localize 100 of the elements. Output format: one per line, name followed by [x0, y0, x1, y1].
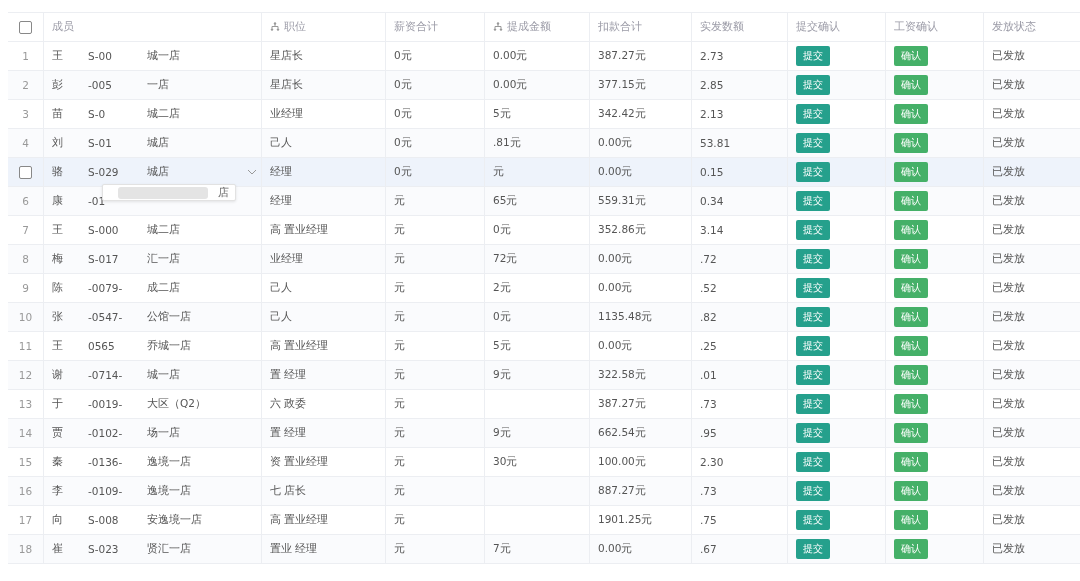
member-name: 秦	[52, 455, 64, 469]
submit-button[interactable]: 提交	[796, 191, 830, 211]
member-id: S-0	[88, 108, 107, 120]
submit-button[interactable]: 提交	[796, 249, 830, 269]
submit-button[interactable]: 提交	[796, 307, 830, 327]
submit-button[interactable]: 提交	[796, 365, 830, 385]
member-id: -0019-	[88, 398, 124, 410]
table-cell: 高 置业经理	[270, 513, 329, 527]
column-header[interactable]: 实发数额	[700, 20, 744, 34]
dropdown-popup[interactable]: 店	[102, 184, 236, 201]
submit-button[interactable]: 提交	[796, 133, 830, 153]
column-header[interactable]: 薪资合计	[394, 20, 438, 34]
confirm-button[interactable]: 确认	[894, 307, 928, 327]
confirm-button[interactable]: 确认	[894, 46, 928, 66]
table-cell: 元	[394, 252, 405, 266]
submit-button[interactable]: 提交	[796, 423, 830, 443]
submit-button[interactable]: 提交	[796, 336, 830, 356]
table-cell: 元	[394, 426, 405, 440]
status-text: 已发放	[992, 252, 1025, 266]
member-name: 张	[52, 310, 64, 324]
select-all-checkbox[interactable]	[19, 20, 32, 34]
confirm-button[interactable]: 确认	[894, 220, 928, 240]
confirm-button[interactable]: 确认	[894, 75, 928, 95]
submit-button[interactable]: 提交	[796, 104, 830, 124]
member-name: 苗	[52, 107, 64, 121]
member-name: 梅	[52, 252, 64, 266]
member-id: S-00	[88, 50, 113, 62]
submit-button[interactable]: 提交	[796, 452, 830, 472]
confirm-button[interactable]: 确认	[894, 539, 928, 559]
confirm-button[interactable]: 确认	[894, 394, 928, 414]
column-header[interactable]: 扣款合计	[598, 20, 642, 34]
table-cell: 资 置业经理	[270, 455, 329, 469]
table-cell: 30元	[493, 455, 518, 469]
member-store: 贤汇一店	[147, 542, 191, 556]
column-header[interactable]: 成员	[52, 20, 74, 34]
member-name: 康	[52, 194, 64, 208]
table-cell: 己人	[270, 136, 292, 150]
submit-button[interactable]: 提交	[796, 510, 830, 530]
table-cell: .25	[700, 340, 717, 352]
table-cell: 元	[394, 542, 405, 556]
submit-button[interactable]: 提交	[796, 278, 830, 298]
table-cell: 662.54元	[598, 426, 646, 440]
table-cell: 元	[493, 165, 504, 179]
table-cell: 0.15	[700, 166, 724, 178]
row-number: 13	[18, 398, 33, 410]
confirm-button[interactable]: 确认	[894, 104, 928, 124]
member-store: 乔城一店	[147, 339, 191, 353]
table-cell: 9元	[493, 426, 511, 440]
table-cell: 0元	[493, 310, 511, 324]
status-text: 已发放	[992, 136, 1025, 150]
submit-button[interactable]: 提交	[796, 481, 830, 501]
confirm-button[interactable]: 确认	[894, 452, 928, 472]
confirm-button[interactable]: 确认	[894, 510, 928, 530]
confirm-button[interactable]: 确认	[894, 423, 928, 443]
member-store: 城店	[147, 165, 169, 179]
member-store: 安逸境一店	[147, 513, 202, 527]
row-number: 6	[22, 195, 29, 207]
member-name: 骆	[52, 165, 64, 179]
table-cell: 0.00元	[598, 165, 633, 179]
table-cell: 72元	[493, 252, 518, 266]
table-cell: 377.15元	[598, 78, 646, 92]
submit-button[interactable]: 提交	[796, 220, 830, 240]
submit-button[interactable]: 提交	[796, 46, 830, 66]
member-name: 彭	[52, 78, 64, 92]
table-cell: 元	[394, 194, 405, 208]
confirm-button[interactable]: 确认	[894, 249, 928, 269]
column-header[interactable]: 发放状态	[992, 20, 1036, 34]
table-cell: 387.27元	[598, 397, 646, 411]
confirm-button[interactable]: 确认	[894, 481, 928, 501]
member-store: 城二店	[147, 223, 180, 237]
table-cell: .95	[700, 427, 717, 439]
member-name: 于	[52, 397, 64, 411]
member-name: 王	[52, 49, 64, 63]
confirm-button[interactable]: 确认	[894, 133, 928, 153]
row-number: 12	[18, 369, 33, 381]
column-header[interactable]: 工资确认	[894, 20, 938, 34]
confirm-button[interactable]: 确认	[894, 365, 928, 385]
column-header[interactable]: 提交确认	[796, 20, 840, 34]
confirm-button[interactable]: 确认	[894, 336, 928, 356]
submit-button[interactable]: 提交	[796, 162, 830, 182]
row-checkbox[interactable]	[19, 165, 32, 179]
member-store: 公馆一店	[147, 310, 191, 324]
submit-button[interactable]: 提交	[796, 394, 830, 414]
column-header[interactable]: 职位	[284, 20, 306, 34]
submit-button[interactable]: 提交	[796, 75, 830, 95]
table-cell: 0.00元	[598, 252, 633, 266]
confirm-button[interactable]: 确认	[894, 162, 928, 182]
submit-button[interactable]: 提交	[796, 539, 830, 559]
status-text: 已发放	[992, 426, 1025, 440]
table-cell: 387.27元	[598, 49, 646, 63]
table-cell: 0元	[394, 78, 412, 92]
confirm-button[interactable]: 确认	[894, 191, 928, 211]
table-cell: .52	[700, 282, 717, 294]
confirm-button[interactable]: 确认	[894, 278, 928, 298]
table-cell: 0元	[394, 165, 412, 179]
member-id: 0565	[88, 340, 116, 352]
table-cell: 2.73	[700, 50, 724, 62]
table-cell: .73	[700, 485, 717, 497]
chevron-down-icon[interactable]	[247, 169, 257, 175]
column-header[interactable]: 提成金额	[507, 20, 551, 34]
